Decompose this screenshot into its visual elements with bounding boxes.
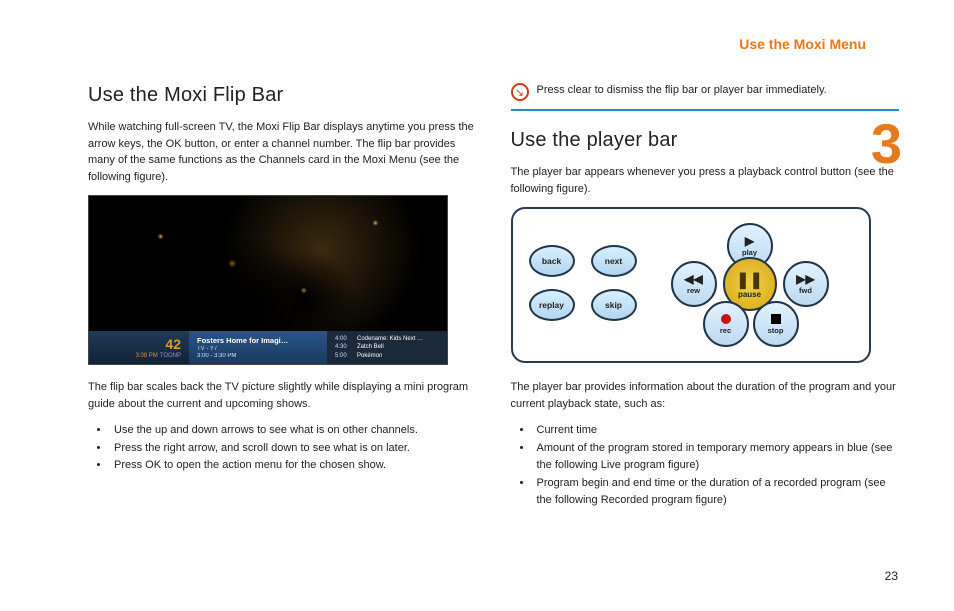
upcoming-row: 4:00Codename: Kids Next … (335, 335, 439, 343)
player-bullet-list: Current time Amount of the program store… (511, 422, 900, 510)
flip-caption: The flip bar scales back the TV picture … (88, 379, 477, 412)
list-item: Press OK to open the action menu for the… (110, 457, 477, 475)
list-item: Program begin and end time or the durati… (533, 475, 900, 510)
watch-time: 3:08 PM (135, 353, 157, 359)
tip-icon: ↘ (511, 83, 529, 101)
replay-button[interactable]: replay (529, 289, 575, 321)
record-icon (721, 314, 731, 324)
left-column: Use the Moxi Flip Bar While watching ful… (88, 84, 477, 520)
list-item: Use the up and down arrows to see what i… (110, 422, 477, 440)
player-left-buttons: back next replay skip (529, 245, 637, 321)
list-item: Amount of the program stored in temporar… (533, 440, 900, 475)
chapter-number: 3 (871, 116, 902, 172)
player-bar-intro: The player bar appears whenever you pres… (511, 164, 900, 197)
forward-icon: ▶▶ (796, 273, 814, 285)
list-item: Press the right arrow, and scroll down t… (110, 440, 477, 458)
forward-label: fwd (799, 286, 812, 295)
record-label: rec (720, 326, 731, 335)
program-title: Fosters Home for Imagi… (197, 336, 319, 345)
section-header: Use the Moxi Menu (739, 36, 866, 52)
upcoming-title: Pokémon (357, 353, 382, 359)
back-button[interactable]: back (529, 245, 575, 277)
flip-bar-heading: Use the Moxi Flip Bar (88, 84, 477, 107)
tip-note: ↘ Press clear to dismiss the flip bar or… (511, 84, 900, 111)
upcoming-row: 5:00Pokémon (335, 352, 439, 360)
flip-upcoming-list: 4:00Codename: Kids Next … 4:30Zatch Bell… (327, 331, 447, 364)
next-button[interactable]: next (591, 245, 637, 277)
right-column: ↘ Press clear to dismiss the flip bar or… (511, 84, 900, 520)
upcoming-title: Codename: Kids Next … (357, 336, 423, 342)
flip-bar-overlay: 42 3:08 PM TOONP Fosters Home for Imagi…… (89, 331, 447, 364)
network-name: TOONP (160, 353, 181, 359)
player-bar-figure: back next replay skip ▶play ◀◀rew ▶▶fwd … (511, 207, 871, 363)
rewind-icon: ◀◀ (684, 273, 702, 285)
page-number: 23 (885, 569, 898, 583)
flip-channel-block: 42 3:08 PM TOONP (89, 331, 189, 364)
stop-icon (771, 314, 781, 324)
flip-bullet-list: Use the up and down arrows to see what i… (88, 422, 477, 475)
pause-icon: ❚❚ (736, 270, 763, 290)
play-label: play (742, 248, 757, 257)
play-icon: ▶ (745, 235, 754, 247)
flip-current-program: Fosters Home for Imagi… TV - Y7 3:00 - 3… (189, 331, 327, 364)
rewind-button[interactable]: ◀◀rew (671, 261, 717, 307)
program-time-range: 3:00 - 3:30 PM (197, 353, 236, 359)
player-caption: The player bar provides information abou… (511, 379, 900, 412)
player-bar-heading: Use the player bar (511, 129, 900, 152)
rewind-label: rew (687, 286, 700, 295)
upcoming-time: 4:30 (335, 343, 357, 351)
upcoming-time: 4:00 (335, 335, 357, 343)
channel-number: 42 (97, 336, 181, 352)
flip-bar-figure: 42 3:08 PM TOONP Fosters Home for Imagi…… (88, 195, 448, 365)
stop-button[interactable]: stop (753, 301, 799, 347)
upcoming-title: Zatch Bell (357, 344, 384, 350)
skip-button[interactable]: skip (591, 289, 637, 321)
list-item: Current time (533, 422, 900, 440)
pause-label: pause (738, 290, 761, 299)
program-rating: TV - Y7 (197, 346, 217, 352)
forward-button[interactable]: ▶▶fwd (783, 261, 829, 307)
record-button[interactable]: rec (703, 301, 749, 347)
tip-text: Press clear to dismiss the flip bar or p… (537, 84, 827, 96)
flip-bar-intro: While watching full-screen TV, the Moxi … (88, 119, 477, 185)
stop-label: stop (768, 326, 784, 335)
tv-video-thumbnail (89, 196, 447, 331)
upcoming-time: 5:00 (335, 352, 357, 360)
player-dpad-cluster: ▶play ◀◀rew ▶▶fwd ❚❚pause rec stop (665, 223, 835, 343)
upcoming-row: 4:30Zatch Bell (335, 343, 439, 351)
